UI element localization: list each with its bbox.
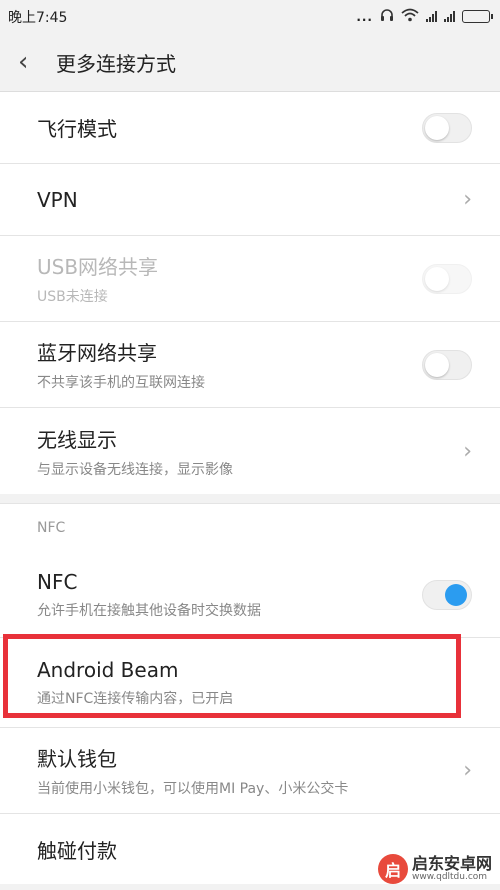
watermark-name: 启东安卓网: [411, 854, 492, 874]
watermark-logo: 启: [377, 854, 408, 884]
usb-tethering-toggle[interactable]: [422, 263, 472, 294]
status-icons: ...: [356, 8, 493, 25]
watermark: 启 启东安卓网 www.qdltdu.com: [377, 854, 492, 884]
airplane-mode-label: 飞行模式: [37, 117, 117, 141]
wifi-icon: [401, 8, 419, 25]
airplane-mode-toggle[interactable]: [422, 112, 472, 143]
wireless-display-label: 无线显示: [37, 427, 117, 452]
watermark-url: www.qdltdu.com: [411, 871, 488, 882]
toggle-knob: [425, 266, 449, 291]
chevron-right-icon: ›: [463, 438, 472, 464]
nfc-toggle[interactable]: [422, 579, 472, 610]
signal-icon-1: [426, 11, 437, 22]
chevron-right-icon: ›: [463, 758, 472, 783]
vpn-row[interactable]: VPN ›: [0, 164, 500, 236]
chevron-right-icon: ›: [463, 187, 472, 212]
section-divider: [0, 494, 500, 504]
nfc-subtitle: 允许手机在接触其他设备时交换数据: [37, 602, 261, 619]
airplane-mode-row[interactable]: 飞行模式: [0, 92, 500, 164]
headphone-icon: [380, 8, 394, 25]
connection-settings-list: 飞行模式 VPN › USB网络共享 USB未连接 蓝牙网络共享 不共享该手机的…: [0, 92, 500, 494]
android-beam-label: Android Beam: [37, 657, 179, 682]
toggle-knob: [425, 352, 449, 377]
usb-tethering-row[interactable]: USB网络共享 USB未连接: [0, 236, 500, 322]
status-time: 晚上7:45: [8, 9, 68, 26]
wireless-display-subtitle: 与显示设备无线连接，显示影像: [37, 461, 233, 478]
usb-tethering-label: USB网络共享: [37, 255, 159, 279]
bluetooth-tethering-label: 蓝牙网络共享: [37, 341, 157, 365]
default-wallet-subtitle: 当前使用小米钱包，可以使用MI Pay、小米公交卡: [37, 781, 349, 797]
bluetooth-tethering-row[interactable]: 蓝牙网络共享 不共享该手机的互联网连接: [0, 322, 500, 408]
usb-tethering-subtitle: USB未连接: [37, 289, 108, 305]
notification-dots: ...: [356, 9, 373, 24]
default-wallet-row[interactable]: 默认钱包 当前使用小米钱包，可以使用MI Pay、小米公交卡 ›: [0, 728, 500, 814]
nfc-section-header: NFC: [0, 504, 500, 552]
page-header: ‹ 更多连接方式: [0, 33, 500, 92]
wireless-display-row[interactable]: 无线显示 与显示设备无线连接，显示影像 ›: [0, 408, 500, 494]
status-bar: 晚上7:45 ...: [0, 0, 500, 33]
android-beam-row[interactable]: Android Beam 通过NFC连接传输内容，已开启: [0, 638, 500, 728]
page-title: 更多连接方式: [56, 51, 176, 76]
battery-icon: [462, 10, 493, 23]
chevron-left-icon[interactable]: ‹: [18, 49, 56, 75]
vpn-label: VPN: [37, 187, 78, 212]
default-wallet-label: 默认钱包: [37, 747, 117, 771]
nfc-label: NFC: [37, 569, 78, 594]
toggle-knob: [445, 583, 467, 606]
bluetooth-tethering-subtitle: 不共享该手机的互联网连接: [37, 375, 205, 391]
nfc-row[interactable]: NFC 允许手机在接触其他设备时交换数据: [0, 552, 500, 638]
toggle-knob: [425, 115, 449, 140]
android-beam-subtitle: 通过NFC连接传输内容，已开启: [37, 690, 234, 707]
tap-to-pay-label: 触碰付款: [37, 838, 117, 863]
nfc-settings-list: NFC NFC 允许手机在接触其他设备时交换数据 Android Beam 通过…: [0, 504, 500, 884]
signal-icon-2: [444, 11, 455, 22]
bluetooth-tethering-toggle[interactable]: [422, 349, 472, 380]
